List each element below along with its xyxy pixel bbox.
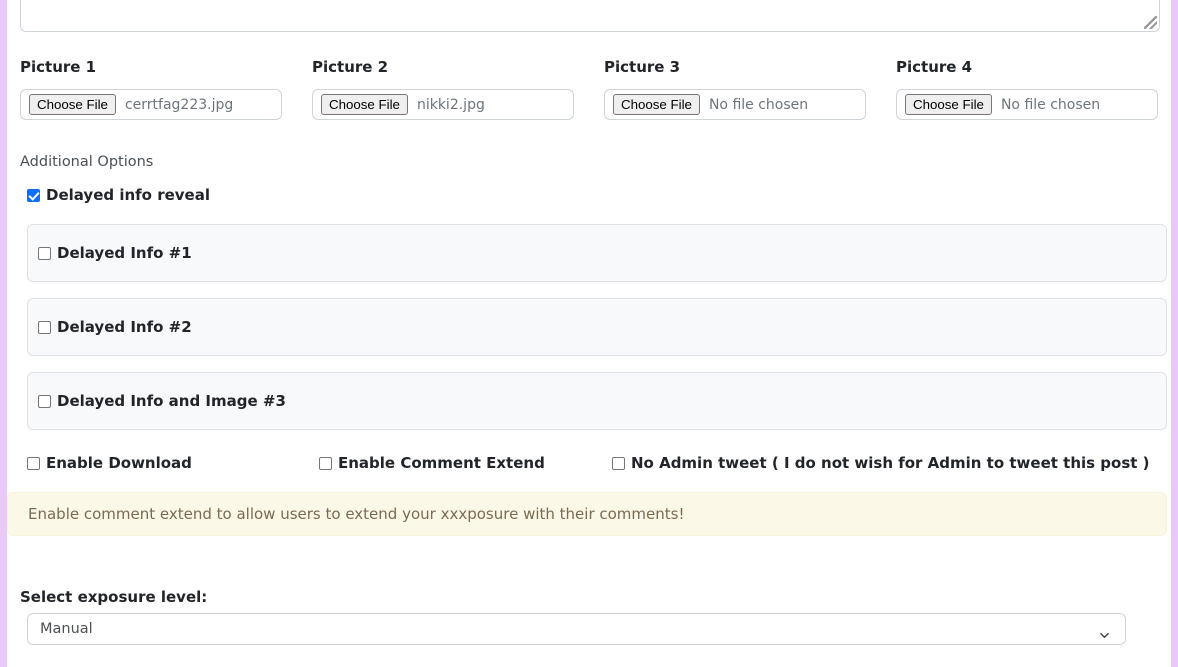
chevron-down-icon: [1100, 625, 1109, 639]
delayed-info-reveal-row[interactable]: Delayed info reveal: [27, 185, 210, 205]
delayed-info-1-row[interactable]: Delayed Info #1: [38, 243, 192, 263]
delayed-info-2-checkbox[interactable]: [38, 320, 51, 334]
page-right-border: [1171, 0, 1178, 667]
picture-field-2: Picture 2 Choose File nikki2.jpg: [312, 57, 604, 120]
picture-2-file-name: nikki2.jpg: [416, 96, 485, 113]
exposure-level-value: Manual: [40, 621, 93, 637]
comment-extend-alert: Enable comment extend to allow users to …: [7, 492, 1167, 536]
delayed-info-3-checkbox[interactable]: [38, 394, 51, 408]
no-admin-tweet-row[interactable]: No Admin tweet ( I do not wish for Admin…: [612, 453, 1150, 473]
picture-4-file-name: No file chosen: [1000, 96, 1101, 113]
picture-4-file-input[interactable]: Choose File No file chosen: [896, 89, 1158, 120]
page-root: Picture 1 Choose File cerrtfag223.jpg Pi…: [0, 0, 1178, 667]
delayed-info-3-label: Delayed Info and Image #3: [57, 392, 286, 410]
enable-download-checkbox[interactable]: [27, 456, 40, 470]
enable-comment-extend-checkbox[interactable]: [319, 456, 332, 470]
picture-3-label: Picture 3: [604, 58, 681, 76]
delayed-info-3-row[interactable]: Delayed Info and Image #3: [38, 391, 286, 411]
picture-1-file-input[interactable]: Choose File cerrtfag223.jpg: [20, 89, 282, 120]
picture-2-label: Picture 2: [312, 58, 389, 76]
textarea-resize-handle[interactable]: [1144, 16, 1157, 29]
delayed-info-panel-1: Delayed Info #1: [27, 224, 1167, 282]
enable-download-row[interactable]: Enable Download: [27, 453, 192, 473]
picture-1-label: Picture 1: [20, 58, 97, 76]
picture-field-3: Picture 3 Choose File No file chosen: [604, 57, 896, 120]
delayed-info-panel-3: Delayed Info and Image #3: [27, 372, 1167, 430]
form-content: Picture 1 Choose File cerrtfag223.jpg Pi…: [7, 0, 1171, 667]
picture-3-choose-file-button[interactable]: Choose File: [613, 94, 700, 115]
picture-2-file-input[interactable]: Choose File nikki2.jpg: [312, 89, 574, 120]
additional-options-heading: Additional Options: [20, 154, 154, 170]
page-left-border: [0, 0, 7, 667]
comment-extend-alert-text: Enable comment extend to allow users to …: [28, 505, 685, 523]
enable-comment-extend-row[interactable]: Enable Comment Extend: [319, 453, 545, 473]
picture-4-label: Picture 4: [896, 58, 973, 76]
no-admin-tweet-label: No Admin tweet ( I do not wish for Admin…: [631, 454, 1150, 472]
picture-upload-row: Picture 1 Choose File cerrtfag223.jpg Pi…: [20, 57, 1160, 120]
option-checkbox-row: Enable Download Enable Comment Extend No…: [27, 453, 1167, 473]
picture-field-4: Picture 4 Choose File No file chosen: [896, 57, 1160, 120]
exposure-level-label: Select exposure level:: [20, 588, 208, 606]
delayed-info-reveal-checkbox[interactable]: [27, 188, 40, 202]
delayed-info-2-row[interactable]: Delayed Info #2: [38, 317, 192, 337]
picture-field-1: Picture 1 Choose File cerrtfag223.jpg: [20, 57, 312, 120]
picture-3-file-name: No file chosen: [708, 96, 809, 113]
delayed-info-reveal-label: Delayed info reveal: [46, 186, 210, 204]
picture-2-choose-file-button[interactable]: Choose File: [321, 94, 408, 115]
exposure-level-select[interactable]: Manual: [27, 613, 1126, 645]
enable-comment-extend-label: Enable Comment Extend: [338, 454, 545, 472]
delayed-info-2-label: Delayed Info #2: [57, 318, 192, 336]
picture-1-file-name: cerrtfag223.jpg: [124, 96, 234, 113]
picture-3-file-input[interactable]: Choose File No file chosen: [604, 89, 866, 120]
picture-1-choose-file-button[interactable]: Choose File: [29, 94, 116, 115]
delayed-info-1-label: Delayed Info #1: [57, 244, 192, 262]
no-admin-tweet-checkbox[interactable]: [612, 456, 625, 470]
delayed-info-panel-2: Delayed Info #2: [27, 298, 1167, 356]
description-textarea[interactable]: [20, 0, 1160, 32]
enable-download-label: Enable Download: [46, 454, 192, 472]
picture-4-choose-file-button[interactable]: Choose File: [905, 94, 992, 115]
delayed-info-1-checkbox[interactable]: [38, 246, 51, 260]
